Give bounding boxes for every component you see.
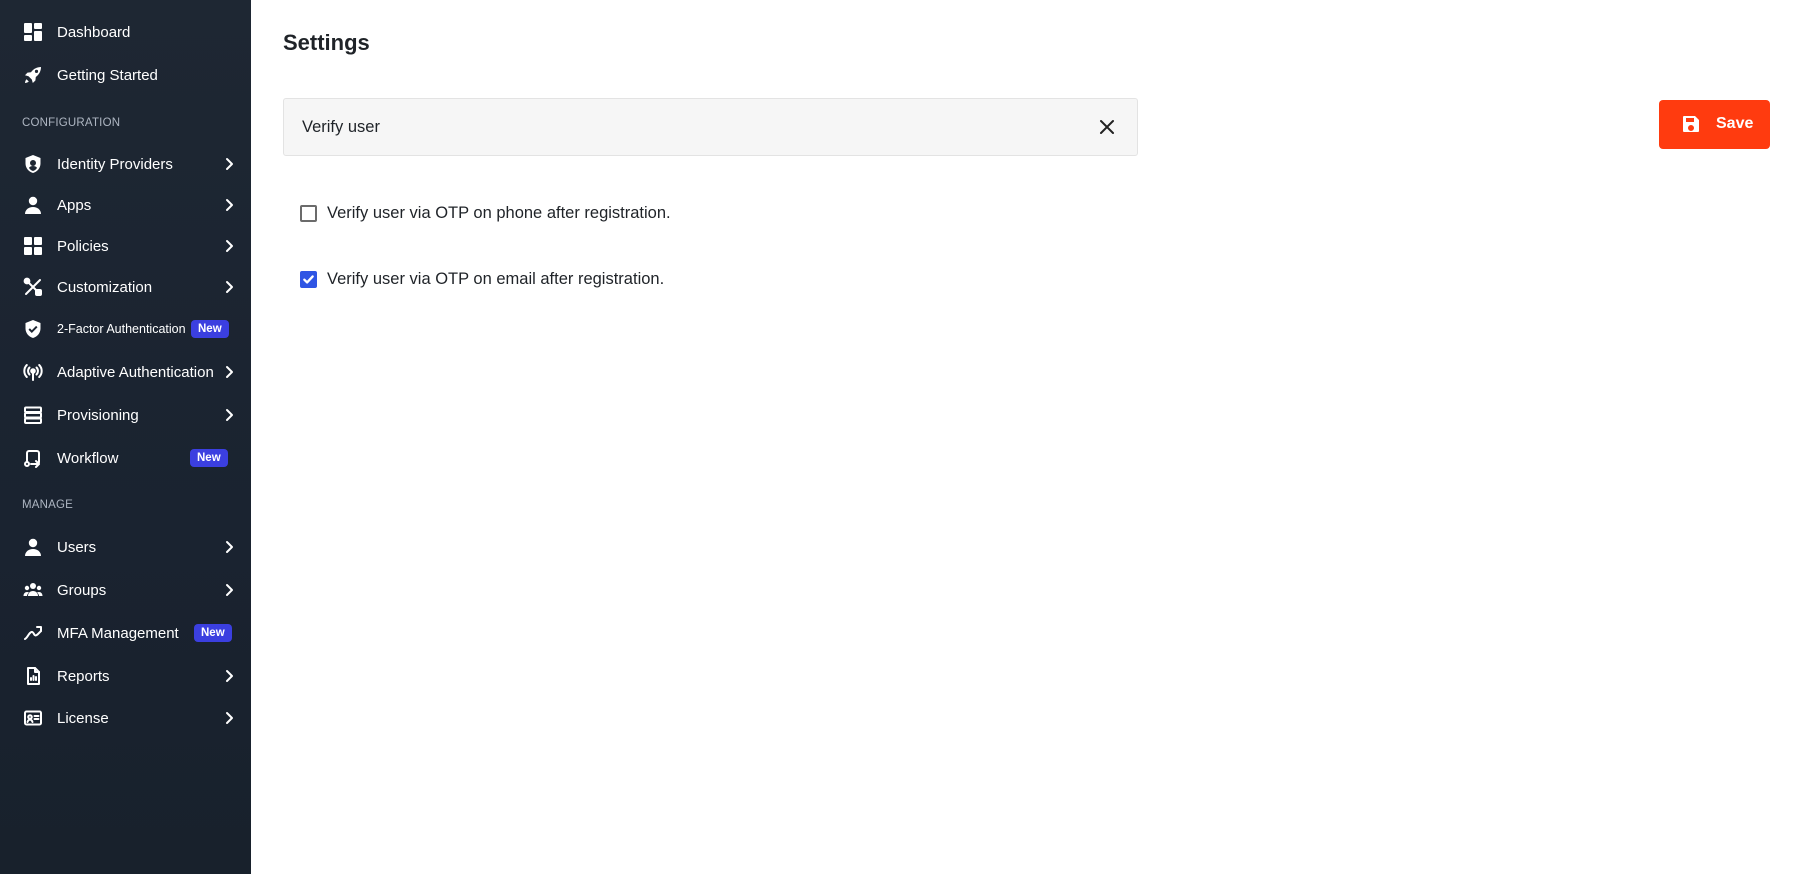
groups-icon xyxy=(22,579,44,601)
sidebar-item-label: Dashboard xyxy=(57,23,131,41)
app-root: Dashboard Getting Started CONFIGURATION … xyxy=(0,0,1799,874)
chevron-right-icon xyxy=(222,157,236,171)
new-badge: New xyxy=(190,449,228,467)
checkbox-verify-phone[interactable] xyxy=(300,205,317,222)
sidebar-item-label: Getting Started xyxy=(57,66,158,84)
sidebar-item-customization[interactable]: Customization xyxy=(0,269,251,305)
grid-icon xyxy=(22,235,44,257)
mfa-icon xyxy=(22,622,44,644)
sidebar-item-label: Reports xyxy=(57,667,110,685)
broadcast-icon xyxy=(22,361,44,383)
sidebar-item-groups[interactable]: Groups xyxy=(0,572,251,608)
workflow-icon xyxy=(22,447,44,469)
floppy-disk-icon xyxy=(1681,114,1701,134)
sidebar-item-label: Apps xyxy=(57,196,92,214)
shield-icon xyxy=(22,153,44,175)
chevron-right-icon xyxy=(222,239,236,253)
option-verify-phone[interactable]: Verify user via OTP on phone after regis… xyxy=(300,204,671,223)
license-icon xyxy=(22,707,44,729)
search-input[interactable] xyxy=(302,99,1062,155)
sidebar-item-policies[interactable]: Policies xyxy=(0,228,251,264)
sidebar-item-identity-providers[interactable]: Identity Providers xyxy=(0,146,251,182)
sidebar-item-workflow[interactable]: Workflow New xyxy=(0,440,251,476)
sidebar-item-label: 2-Factor Authentication xyxy=(57,322,186,336)
sidebar-item-users[interactable]: Users xyxy=(0,529,251,565)
page-title: Settings xyxy=(283,30,370,55)
sidebar-item-dashboard[interactable]: Dashboard xyxy=(0,14,251,50)
chevron-right-icon xyxy=(222,365,236,379)
sidebar-item-provisioning[interactable]: Provisioning xyxy=(0,397,251,433)
configuration-section-title: CONFIGURATION xyxy=(22,117,121,129)
sidebar-item-reports[interactable]: Reports xyxy=(0,658,251,694)
search-box xyxy=(283,98,1138,156)
option-verify-email[interactable]: Verify user via OTP on email after regis… xyxy=(300,270,664,289)
new-badge: New xyxy=(191,320,229,338)
chevron-right-icon xyxy=(222,198,236,212)
sidebar-item-getting-started[interactable]: Getting Started xyxy=(0,57,251,93)
sidebar-item-label: License xyxy=(57,709,109,727)
chevron-right-icon xyxy=(222,669,236,683)
close-icon[interactable] xyxy=(1097,117,1117,137)
option-label: Verify user via OTP on phone after regis… xyxy=(327,204,671,222)
sidebar-item-license[interactable]: License xyxy=(0,700,251,736)
check-icon xyxy=(303,275,314,284)
rocket-icon xyxy=(22,64,44,86)
sidebar-item-label: Policies xyxy=(57,237,109,255)
sidebar-item-label: Identity Providers xyxy=(57,155,173,173)
user-icon xyxy=(22,536,44,558)
sidebar-item-label: Adaptive Authentication xyxy=(57,363,214,381)
chevron-right-icon xyxy=(222,408,236,422)
option-label: Verify user via OTP on email after regis… xyxy=(327,270,665,288)
sidebar-item-2fa[interactable]: 2-Factor Authentication New xyxy=(0,311,251,347)
sidebar-item-apps[interactable]: Apps xyxy=(0,187,251,223)
main-content: Settings Save Verify user via OTP on pho… xyxy=(251,0,1799,874)
sidebar: Dashboard Getting Started CONFIGURATION … xyxy=(0,0,251,874)
save-button[interactable]: Save xyxy=(1659,100,1770,149)
sidebar-item-label: Workflow xyxy=(57,449,119,467)
shield-check-icon xyxy=(22,318,44,340)
sidebar-item-mfa-management[interactable]: MFA Management New xyxy=(0,615,251,651)
sidebar-item-label: Provisioning xyxy=(57,406,139,424)
sidebar-item-label: Groups xyxy=(57,581,107,599)
chevron-right-icon xyxy=(222,540,236,554)
sidebar-item-label: Users xyxy=(57,538,97,556)
person-icon xyxy=(22,194,44,216)
chevron-right-icon xyxy=(222,711,236,725)
report-icon xyxy=(22,665,44,687)
chevron-right-icon xyxy=(222,583,236,597)
dashboard-icon xyxy=(22,21,44,43)
server-icon xyxy=(22,404,44,426)
tools-icon xyxy=(22,276,44,298)
save-button-label: Save xyxy=(1716,115,1754,132)
new-badge: New xyxy=(194,624,232,642)
sidebar-item-label: Customization xyxy=(57,278,153,296)
checkbox-verify-email[interactable] xyxy=(300,271,317,288)
manage-section-title: MANAGE xyxy=(22,499,74,511)
sidebar-item-label: MFA Management xyxy=(57,624,179,642)
chevron-right-icon xyxy=(222,280,236,294)
sidebar-item-adaptive-authentication[interactable]: Adaptive Authentication xyxy=(0,354,251,390)
